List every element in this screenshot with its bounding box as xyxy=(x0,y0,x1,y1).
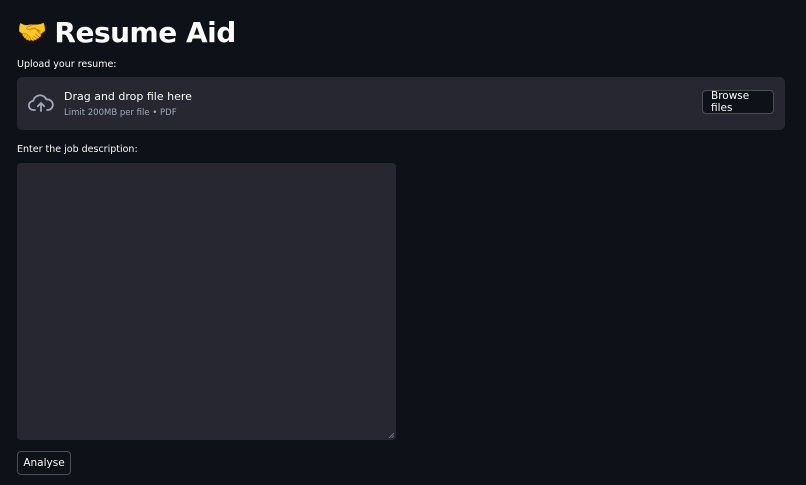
page-title: 🤝 Resume Aid xyxy=(17,12,236,52)
page-title-text: Resume Aid xyxy=(54,15,236,49)
browse-files-button[interactable]: Browse files xyxy=(702,90,774,114)
dropzone-title: Drag and drop file here xyxy=(64,90,192,103)
file-dropzone[interactable]: Drag and drop file here Limit 200MB per … xyxy=(17,77,785,130)
job-description-textarea[interactable] xyxy=(17,163,396,440)
handshake-icon: 🤝 xyxy=(17,18,47,46)
resize-grip-icon[interactable] xyxy=(388,432,394,438)
job-description-label: Enter the job description: xyxy=(17,144,138,155)
upload-label: Upload your resume: xyxy=(17,59,117,70)
cloud-upload-icon xyxy=(28,94,54,112)
analyse-button[interactable]: Analyse xyxy=(17,451,71,475)
app-page: 🤝 Resume Aid Upload your resume: Drag an… xyxy=(0,0,806,485)
dropzone-subtitle: Limit 200MB per file • PDF xyxy=(64,108,177,118)
